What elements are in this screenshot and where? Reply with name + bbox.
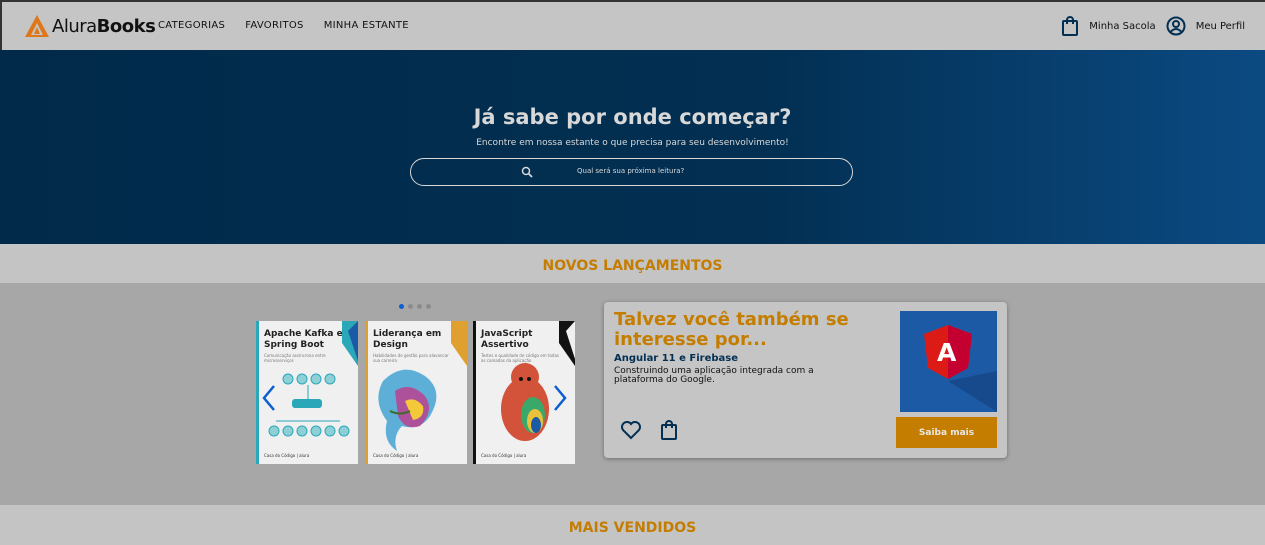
search-icon xyxy=(521,166,533,178)
novos-title: NOVOS LANÇAMENTOS xyxy=(542,258,723,274)
bag-link[interactable]: Minha Sacola xyxy=(1061,16,1156,36)
logo-text-regular: Alura xyxy=(52,15,97,37)
carousel-next-icon[interactable] xyxy=(552,384,568,412)
heart-icon[interactable] xyxy=(620,420,642,440)
logo[interactable]: AluraBooks xyxy=(24,13,156,39)
user-profile-icon xyxy=(1166,16,1186,36)
carousel-dot[interactable] xyxy=(408,304,413,309)
carousel-dot[interactable] xyxy=(417,304,422,309)
card-book-title: Angular 11 e Firebase xyxy=(614,353,738,364)
card-book-image[interactable]: A xyxy=(900,311,997,412)
mais-vendidos-title: MAIS VENDIDOS xyxy=(568,520,697,536)
hero-banner: Já sabe por onde começar? Encontre em no… xyxy=(0,50,1265,244)
carousel-dot[interactable] xyxy=(399,304,404,309)
book-art xyxy=(365,321,467,464)
mais-vendidos-section-header: MAIS VENDIDOS xyxy=(0,505,1265,545)
shopping-bag-icon xyxy=(1062,16,1079,36)
book-cover-lideranca[interactable]: Liderança em Design Habilidades de gestã… xyxy=(365,321,467,464)
nav-categorias[interactable]: CATEGORIAS xyxy=(158,20,225,31)
profile-label: Meu Perfil xyxy=(1195,20,1245,32)
header: AluraBooks CATEGORIAS FAVORITOS MINHA ES… xyxy=(0,0,1265,50)
carousel-dots xyxy=(399,304,431,309)
book-publisher: Casa do Código | alura xyxy=(264,453,310,458)
book-publisher: Casa do Código | alura xyxy=(481,453,527,458)
novos-section-header: NOVOS LANÇAMENTOS xyxy=(0,244,1265,283)
nav-favoritos[interactable]: FAVORITOS xyxy=(245,20,304,31)
carousel-prev-icon[interactable] xyxy=(261,384,277,412)
search-placeholder: Qual será sua próxima leitura? xyxy=(577,167,685,175)
nav-minha-estante[interactable]: MINHA ESTANTE xyxy=(324,20,409,31)
logo-icon xyxy=(25,15,49,37)
angular-letter: A xyxy=(937,338,957,367)
card-description: Construindo uma aplicação integrada com … xyxy=(614,366,814,385)
carousel-dot[interactable] xyxy=(426,304,431,309)
shopping-bag-icon[interactable] xyxy=(660,420,678,440)
logo-text-bold: Books xyxy=(96,15,156,37)
profile-link[interactable]: Meu Perfil xyxy=(1166,16,1245,36)
recommendation-card: Talvez você também se interesse por... A… xyxy=(604,302,1007,458)
saiba-mais-button[interactable]: Saiba mais xyxy=(896,417,997,448)
banner-title: Já sabe por onde começar? xyxy=(473,105,792,129)
banner-subtitle: Encontre em nossa estante o que precisa … xyxy=(476,138,789,148)
search-input[interactable]: Qual será sua próxima leitura? xyxy=(410,158,853,186)
main-nav: CATEGORIAS FAVORITOS MINHA ESTANTE xyxy=(158,20,409,31)
bag-label: Minha Sacola xyxy=(1089,20,1156,32)
book-publisher: Casa do Código | alura xyxy=(373,453,419,458)
card-title: Talvez você também se interesse por... xyxy=(614,309,849,350)
